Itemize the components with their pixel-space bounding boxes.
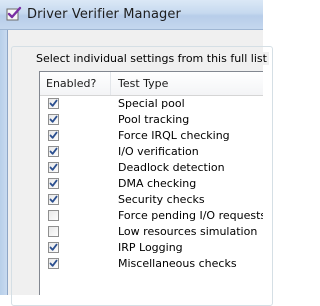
- enabled-checkbox[interactable]: [48, 242, 59, 253]
- title-bar[interactable]: Driver Verifier Manager: [0, 0, 263, 30]
- driver-verifier-icon: [6, 6, 22, 22]
- test-type-label: Force IRQL checking: [118, 129, 230, 142]
- checkmark-icon: [49, 195, 58, 203]
- test-type-label: Low resources simulation: [118, 225, 258, 238]
- checkmark-icon: [49, 259, 58, 267]
- test-type-label: I/O verification: [118, 145, 199, 158]
- enabled-checkbox[interactable]: [48, 162, 59, 173]
- list-item[interactable]: Special pool: [40, 96, 263, 112]
- column-header-enabled[interactable]: Enabled?: [46, 72, 109, 95]
- checkmark-icon: [49, 179, 58, 187]
- test-type-label: DMA checking: [118, 177, 197, 190]
- list-item[interactable]: Pool tracking: [40, 112, 263, 128]
- list-item[interactable]: DMA checking: [40, 176, 263, 192]
- list-item[interactable]: Force pending I/O requests: [40, 208, 263, 224]
- list-item[interactable]: Deadlock detection: [40, 160, 263, 176]
- enabled-checkbox[interactable]: [48, 130, 59, 141]
- checkmark-icon: [49, 131, 58, 139]
- test-type-label: Miscellaneous checks: [118, 257, 237, 270]
- settings-list-view[interactable]: Enabled? Test Type Special pool Pool trac…: [39, 71, 263, 295]
- list-item[interactable]: Low resources simulation: [40, 224, 263, 240]
- enabled-checkbox[interactable]: [48, 226, 59, 237]
- enabled-checkbox[interactable]: [48, 114, 59, 125]
- enabled-checkbox[interactable]: [48, 258, 59, 269]
- checkmark-icon: [49, 243, 58, 251]
- column-divider[interactable]: [110, 72, 111, 95]
- test-type-label: Force pending I/O requests: [118, 209, 263, 222]
- column-header-test-type[interactable]: Test Type: [118, 72, 263, 95]
- enabled-checkbox[interactable]: [48, 98, 59, 109]
- checkmark-icon: [49, 99, 58, 107]
- test-type-label: Pool tracking: [118, 113, 190, 126]
- list-item[interactable]: Security checks: [40, 192, 263, 208]
- checkmark-icon: [49, 115, 58, 123]
- test-type-label: Special pool: [118, 97, 185, 110]
- enabled-checkbox[interactable]: [48, 146, 59, 157]
- enabled-checkbox[interactable]: [48, 210, 59, 221]
- list-item[interactable]: Force IRQL checking: [40, 128, 263, 144]
- test-type-label: Security checks: [118, 193, 205, 206]
- enabled-checkbox[interactable]: [48, 178, 59, 189]
- list-item[interactable]: IRP Logging: [40, 240, 263, 256]
- test-type-label: IRP Logging: [118, 241, 183, 254]
- test-type-label: Deadlock detection: [118, 161, 225, 174]
- window-frame-left: [0, 30, 8, 295]
- list-item[interactable]: Miscellaneous checks: [40, 256, 263, 272]
- list-rows: Special pool Pool tracking Force IRQL chec…: [40, 96, 263, 272]
- checkmark-icon: [49, 163, 58, 171]
- checkmark-icon: [49, 147, 58, 155]
- list-item[interactable]: I/O verification: [40, 144, 263, 160]
- window-title: Driver Verifier Manager: [27, 7, 181, 22]
- list-header: Enabled? Test Type: [40, 72, 263, 96]
- group-caption: Select individual settings from this ful…: [34, 52, 269, 65]
- enabled-checkbox[interactable]: [48, 194, 59, 205]
